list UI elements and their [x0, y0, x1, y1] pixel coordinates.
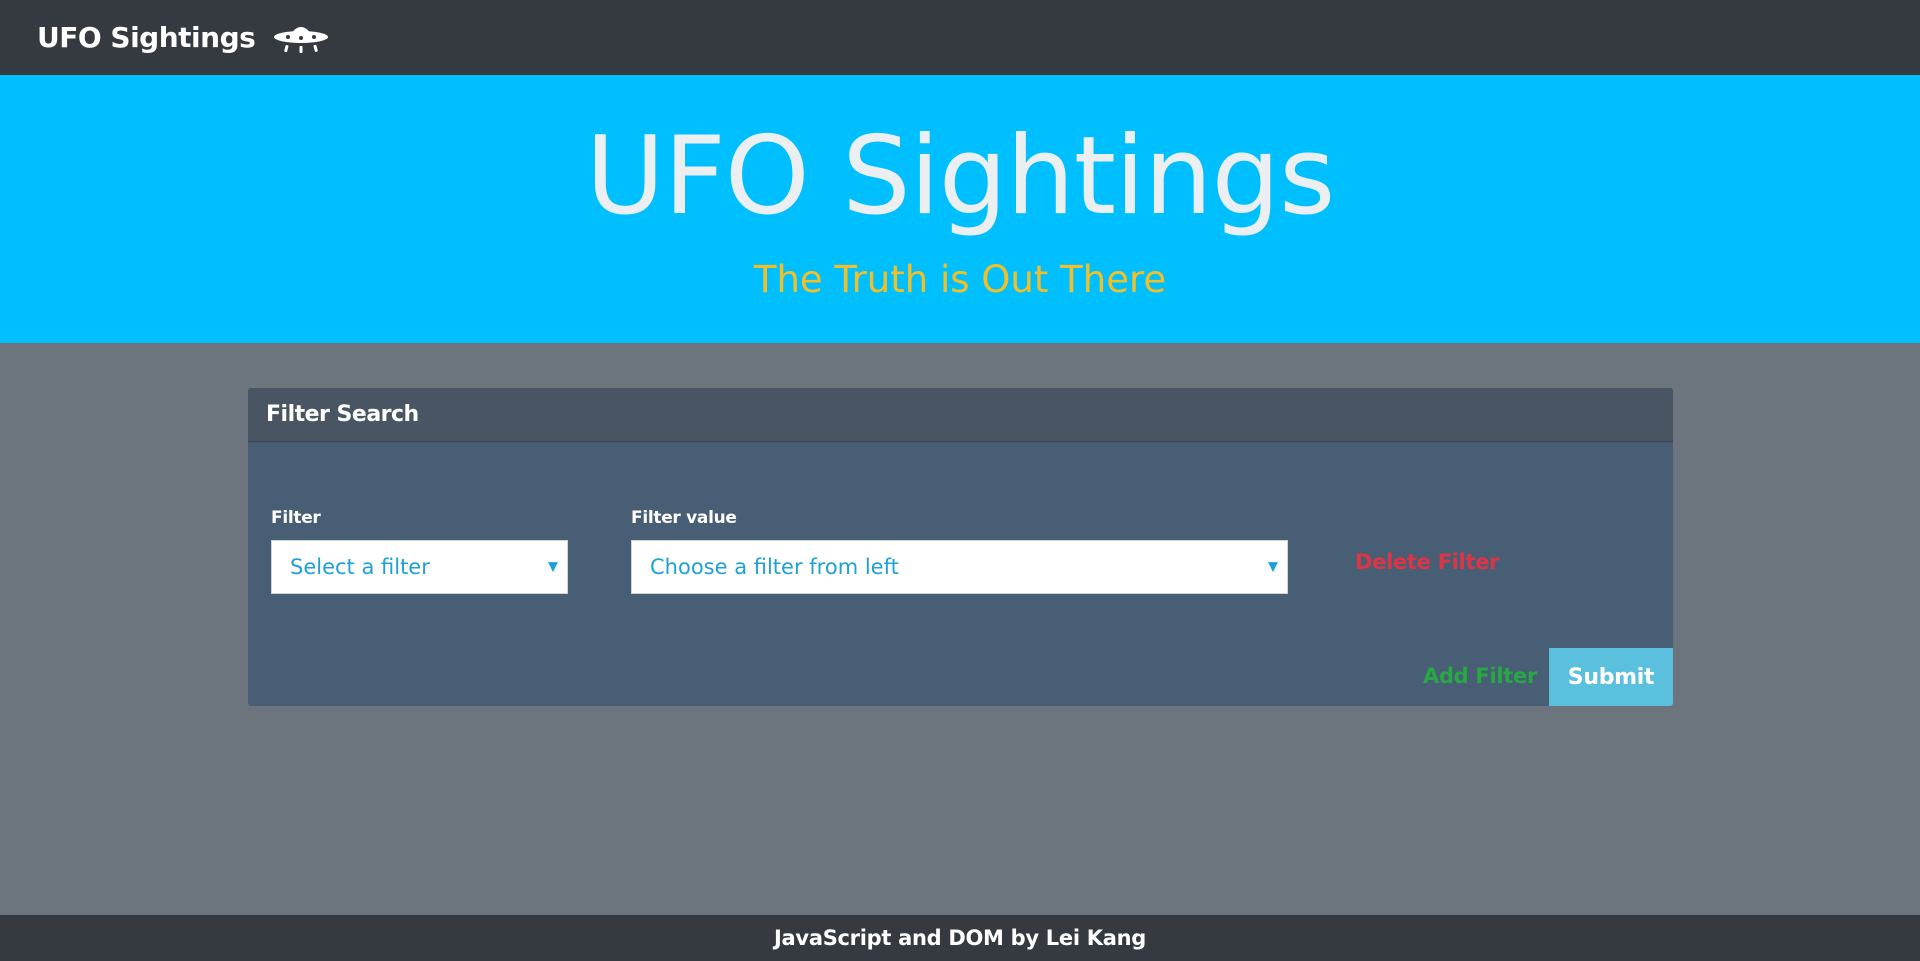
add-filter-button[interactable]: Add Filter — [1423, 664, 1537, 688]
filter-select[interactable]: Select a filter ▼ — [271, 540, 568, 594]
chevron-down-icon: ▼ — [548, 559, 558, 575]
panel-header: Filter Search — [248, 388, 1673, 442]
filter-value-select[interactable]: Choose a filter from left ▼ — [631, 540, 1288, 594]
delete-filter-button[interactable]: Delete Filter — [1355, 550, 1499, 574]
navbar-brand[interactable]: UFO Sightings — [37, 18, 329, 58]
brand-text: UFO Sightings — [37, 21, 256, 54]
submit-button[interactable]: Submit — [1549, 648, 1673, 706]
hero-subtitle: The Truth is Out There — [753, 258, 1167, 301]
filter-search-panel: Filter Search Filter Select a filter ▼ F… — [248, 388, 1673, 706]
hero-banner: UFO Sightings The Truth is Out There — [0, 75, 1920, 343]
panel-title: Filter Search — [266, 402, 419, 427]
filter-value-select-value: Choose a filter from left — [650, 555, 899, 579]
filter-label: Filter — [271, 508, 321, 528]
footer: JavaScript and DOM by Lei Kang — [0, 915, 1920, 961]
filter-select-value: Select a filter — [290, 555, 430, 579]
hero-title: UFO Sightings — [585, 114, 1336, 239]
navbar: UFO Sightings — [0, 0, 1920, 75]
filter-value-label: Filter value — [631, 508, 737, 528]
ufo-icon — [273, 18, 329, 58]
footer-text: JavaScript and DOM by Lei Kang — [774, 926, 1146, 950]
chevron-down-icon: ▼ — [1268, 559, 1278, 575]
